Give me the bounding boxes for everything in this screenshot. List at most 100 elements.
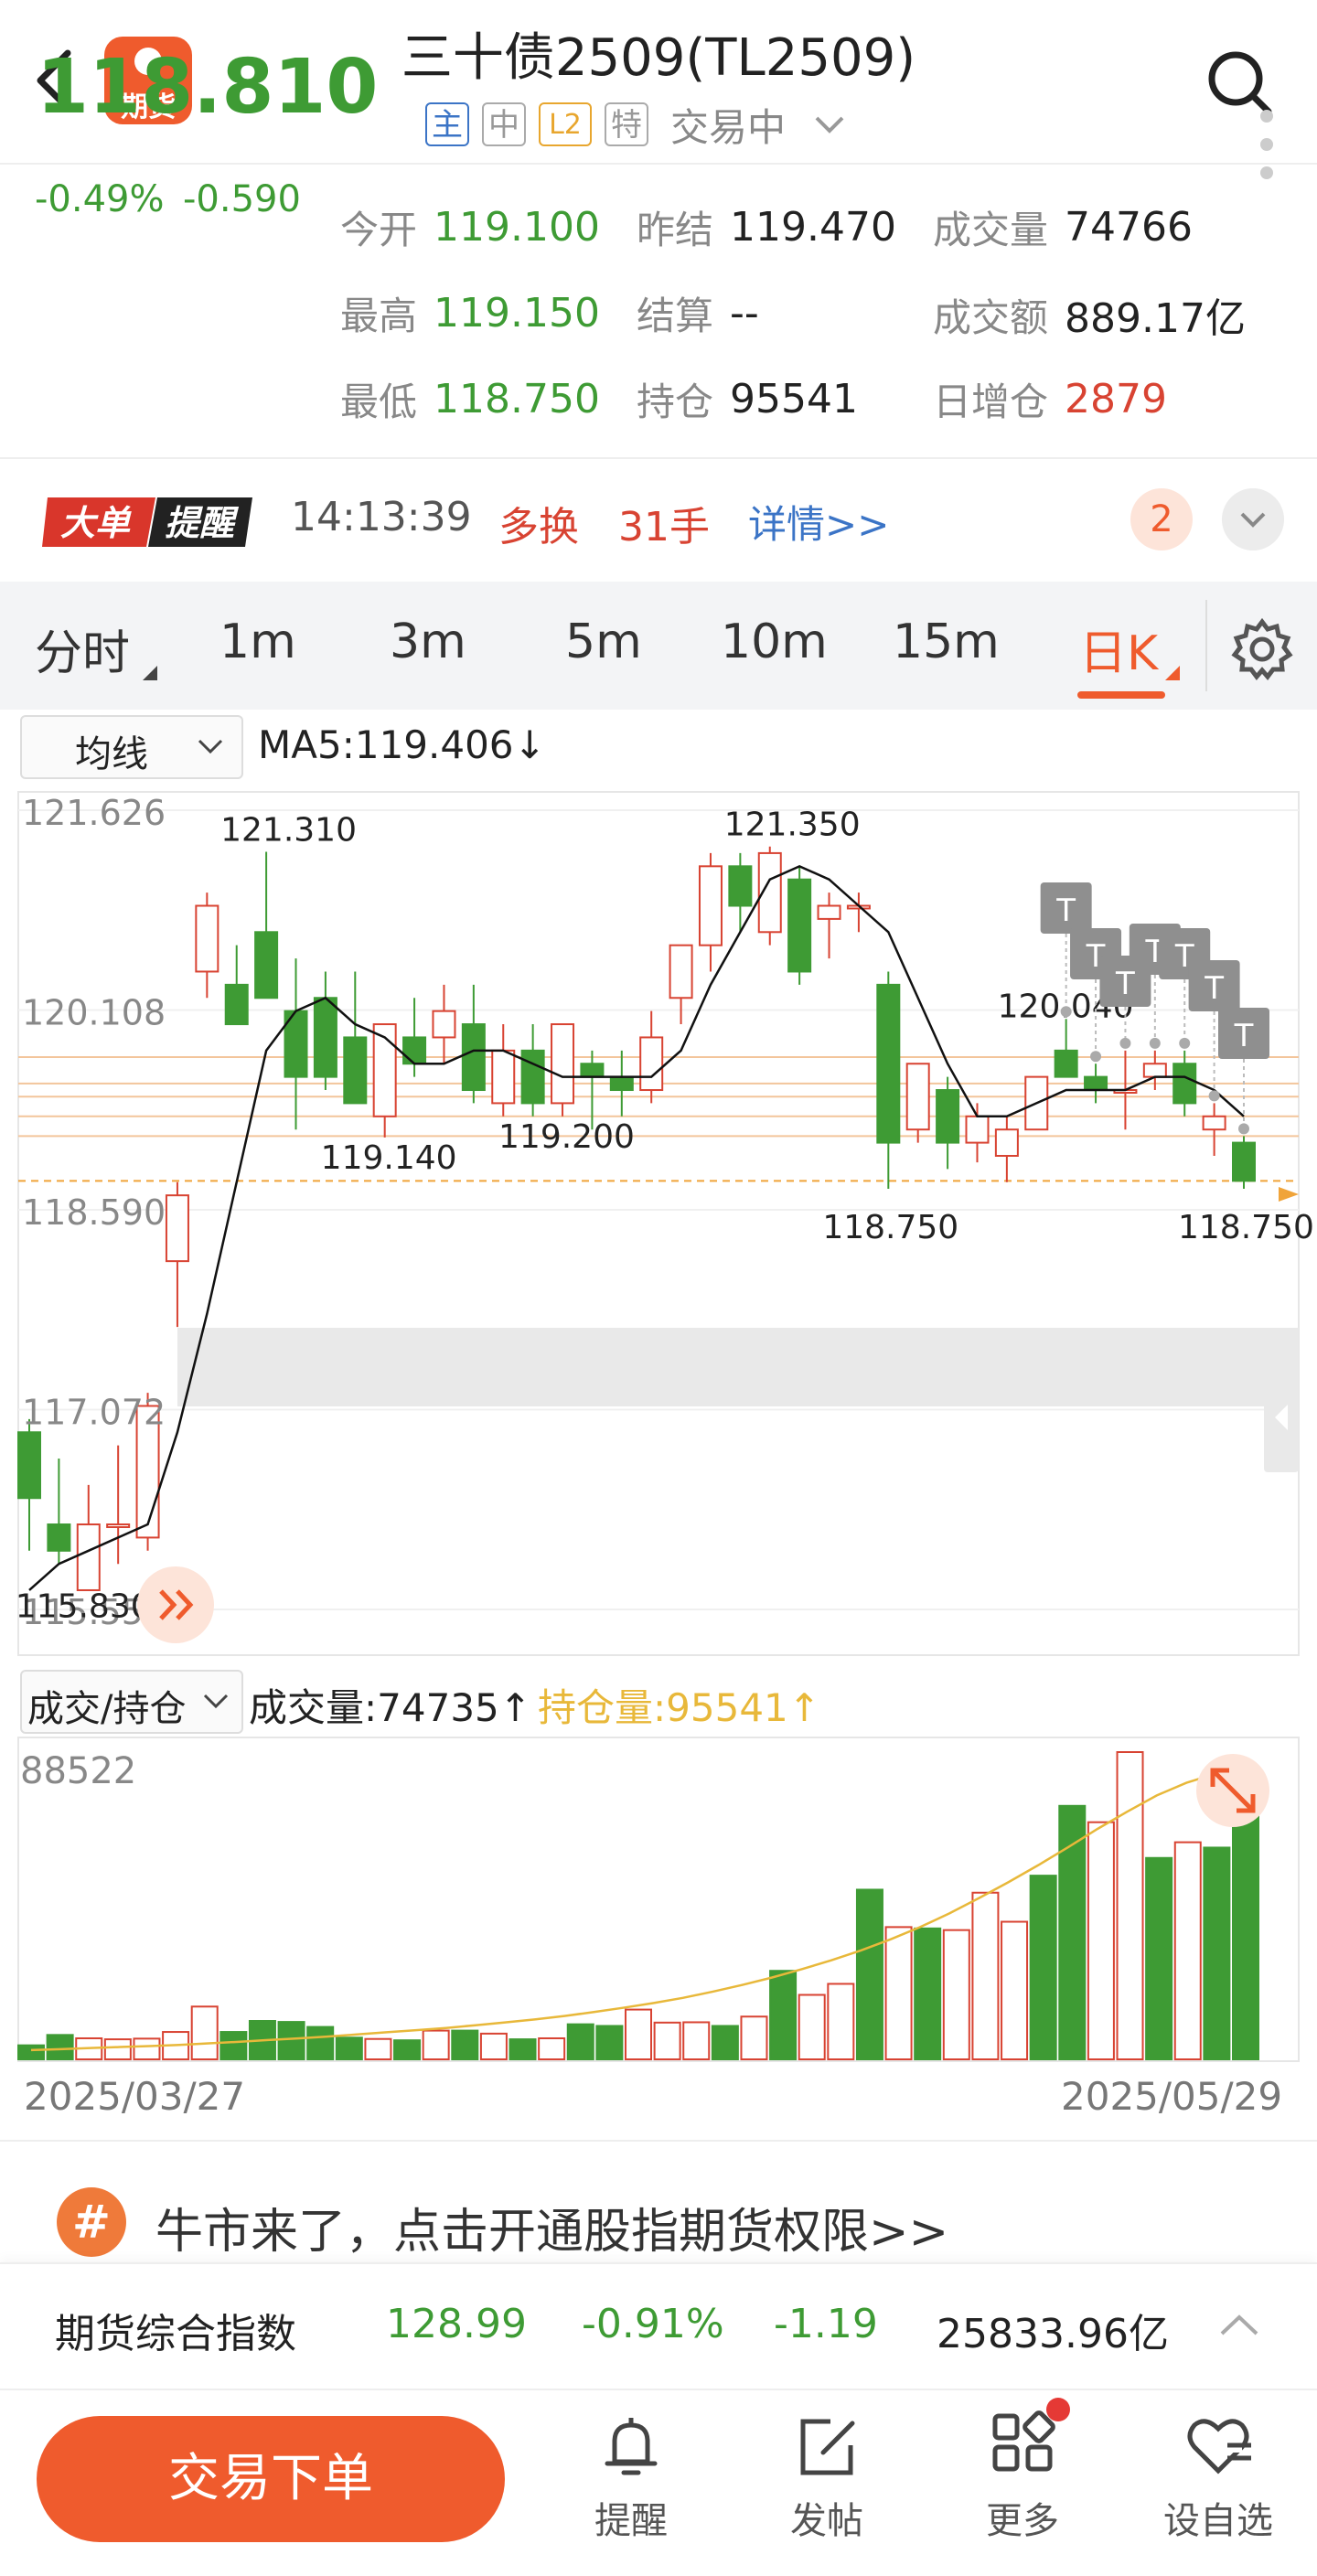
indicator-select[interactable]: 均线 xyxy=(20,715,243,779)
price-annotation: 118.750 xyxy=(822,1209,958,1246)
y-tick-label: 118.590 xyxy=(22,1192,166,1233)
candle-body xyxy=(520,1049,545,1105)
candlestick-chart[interactable]: 121.626120.108118.590117.072115.554 121.… xyxy=(0,777,1317,1664)
volume-bar xyxy=(17,2044,45,2060)
trade-marker-dot xyxy=(1238,1123,1249,1135)
search-icon[interactable] xyxy=(1203,46,1276,119)
candle-body xyxy=(432,1010,456,1039)
change-value: -0.590 xyxy=(183,178,301,220)
y-tick-label: 117.072 xyxy=(22,1393,166,1433)
volume-bar xyxy=(1001,1920,1029,2060)
trading-status[interactable]: 交易中 xyxy=(670,97,786,153)
expand-arrows-icon xyxy=(1196,1754,1269,1827)
candle-body xyxy=(1142,1063,1167,1078)
tab-10m[interactable]: 10m xyxy=(721,615,828,669)
ma5-value: MA5:119.406↓ xyxy=(258,722,546,767)
ma5-line xyxy=(28,864,1245,1591)
trade-marker-dot xyxy=(1179,1037,1191,1049)
field-label: 今开 xyxy=(340,208,418,252)
field-label: 日增仓 xyxy=(933,379,1049,424)
open-interest-value: 持仓量:95541↑ xyxy=(538,1685,820,1730)
chevron-down-icon[interactable] xyxy=(1222,488,1284,550)
trade-order-button[interactable]: 交易下单 xyxy=(37,2416,505,2542)
notification-dot xyxy=(1046,2398,1070,2421)
alert-logo-text-2: 提醒 xyxy=(165,503,240,543)
candle-body xyxy=(698,865,723,946)
candle-body xyxy=(195,904,220,973)
field-value: 95541 xyxy=(730,376,858,422)
tab-daily-k[interactable]: 日K xyxy=(1079,615,1158,683)
field-value: 118.750 xyxy=(434,376,600,422)
volume-bar xyxy=(306,2026,335,2060)
more-dots-icon[interactable] xyxy=(1260,110,1273,195)
candle-body xyxy=(1232,1141,1256,1182)
candle-body xyxy=(1084,1075,1108,1092)
chevron-down-icon[interactable] xyxy=(811,111,848,138)
volume-bar xyxy=(133,2037,161,2061)
candle-body xyxy=(639,1036,664,1092)
price-annotation: 115.830 xyxy=(16,1587,152,1625)
volume-bar xyxy=(538,2036,566,2060)
nav-add-watchlist[interactable]: 设自选 xyxy=(1154,2410,1282,2544)
tag-mid: 中 xyxy=(482,102,526,146)
candle-body xyxy=(965,1115,990,1144)
volume-bar xyxy=(566,2023,594,2060)
tab-15m[interactable]: 15m xyxy=(893,615,1000,669)
last-price: 118.810 xyxy=(37,44,379,131)
volume-bar xyxy=(1203,1846,1231,2060)
volume-indicator-select[interactable]: 成交/持仓 xyxy=(20,1670,243,1734)
change-percent: -0.49% xyxy=(35,178,165,220)
volume-bar xyxy=(1173,1841,1202,2061)
quote-field-low: 最低 118.750 xyxy=(340,371,600,427)
tab-5m[interactable]: 5m xyxy=(565,615,642,669)
index-change: -1.19 xyxy=(774,2301,878,2347)
candle-body xyxy=(254,931,279,999)
volume-bar xyxy=(914,1927,942,2060)
tab-3m[interactable]: 3m xyxy=(390,615,466,669)
volume-bar xyxy=(1232,1809,1259,2060)
trade-marker-dot xyxy=(1149,1037,1161,1049)
quote-field-high: 最高 119.150 xyxy=(340,285,600,341)
tab-1m[interactable]: 1m xyxy=(220,615,296,669)
volume-bar xyxy=(190,2005,219,2061)
volume-bar xyxy=(625,2008,652,2061)
tab-dropdown-icon xyxy=(1165,666,1180,680)
candle-body xyxy=(47,1523,71,1552)
tag-special: 特 xyxy=(605,102,648,146)
candle-body xyxy=(17,1431,41,1500)
alert-detail-link[interactable]: 详情>> xyxy=(748,494,889,550)
chevron-up-icon[interactable] xyxy=(1216,2306,1262,2343)
candle-body xyxy=(491,1049,516,1105)
gear-icon[interactable] xyxy=(1226,613,1299,686)
candle-body xyxy=(936,1089,960,1144)
promo-text[interactable]: 牛市来了，点击开通股指期货权限>> xyxy=(155,2193,948,2261)
candle-body xyxy=(343,1036,368,1105)
period-tabs: 分时 1m 3m 5m 10m 15m 日K xyxy=(0,582,1317,710)
candle-body xyxy=(461,1023,486,1092)
candle-body xyxy=(1202,1115,1226,1131)
volume-bar xyxy=(769,1970,798,2060)
volume-bar xyxy=(798,1993,826,2060)
volume-bar xyxy=(855,1888,883,2060)
chevron-down-icon xyxy=(203,1694,229,1709)
index-change-percent: -0.91% xyxy=(582,2301,724,2347)
volume-value: 成交量:74735↑ xyxy=(249,1685,531,1730)
candle-body xyxy=(313,997,337,1078)
volume-bar xyxy=(942,1929,970,2060)
volume-bar xyxy=(46,2034,74,2061)
price-annotation: 118.750 xyxy=(1178,1209,1314,1246)
nav-more[interactable]: 更多 xyxy=(958,2410,1087,2544)
candle-body xyxy=(787,878,812,973)
candle-body xyxy=(76,1523,101,1591)
field-label: 成交量 xyxy=(933,208,1049,252)
volume-chart[interactable]: 88522 xyxy=(0,1734,1317,2072)
nav-reminder[interactable]: 提醒 xyxy=(567,2410,695,2544)
hashtag-icon: # xyxy=(57,2187,126,2257)
nav-post[interactable]: 发帖 xyxy=(763,2410,891,2544)
tab-intraday[interactable]: 分时 xyxy=(35,615,130,683)
nav-label: 发帖 xyxy=(790,2500,863,2542)
trade-marker-label: T xyxy=(1204,970,1224,1007)
edit-icon xyxy=(800,2419,855,2475)
alert-logo-text-1: 大单 xyxy=(60,503,132,543)
field-value: 119.150 xyxy=(434,290,600,337)
